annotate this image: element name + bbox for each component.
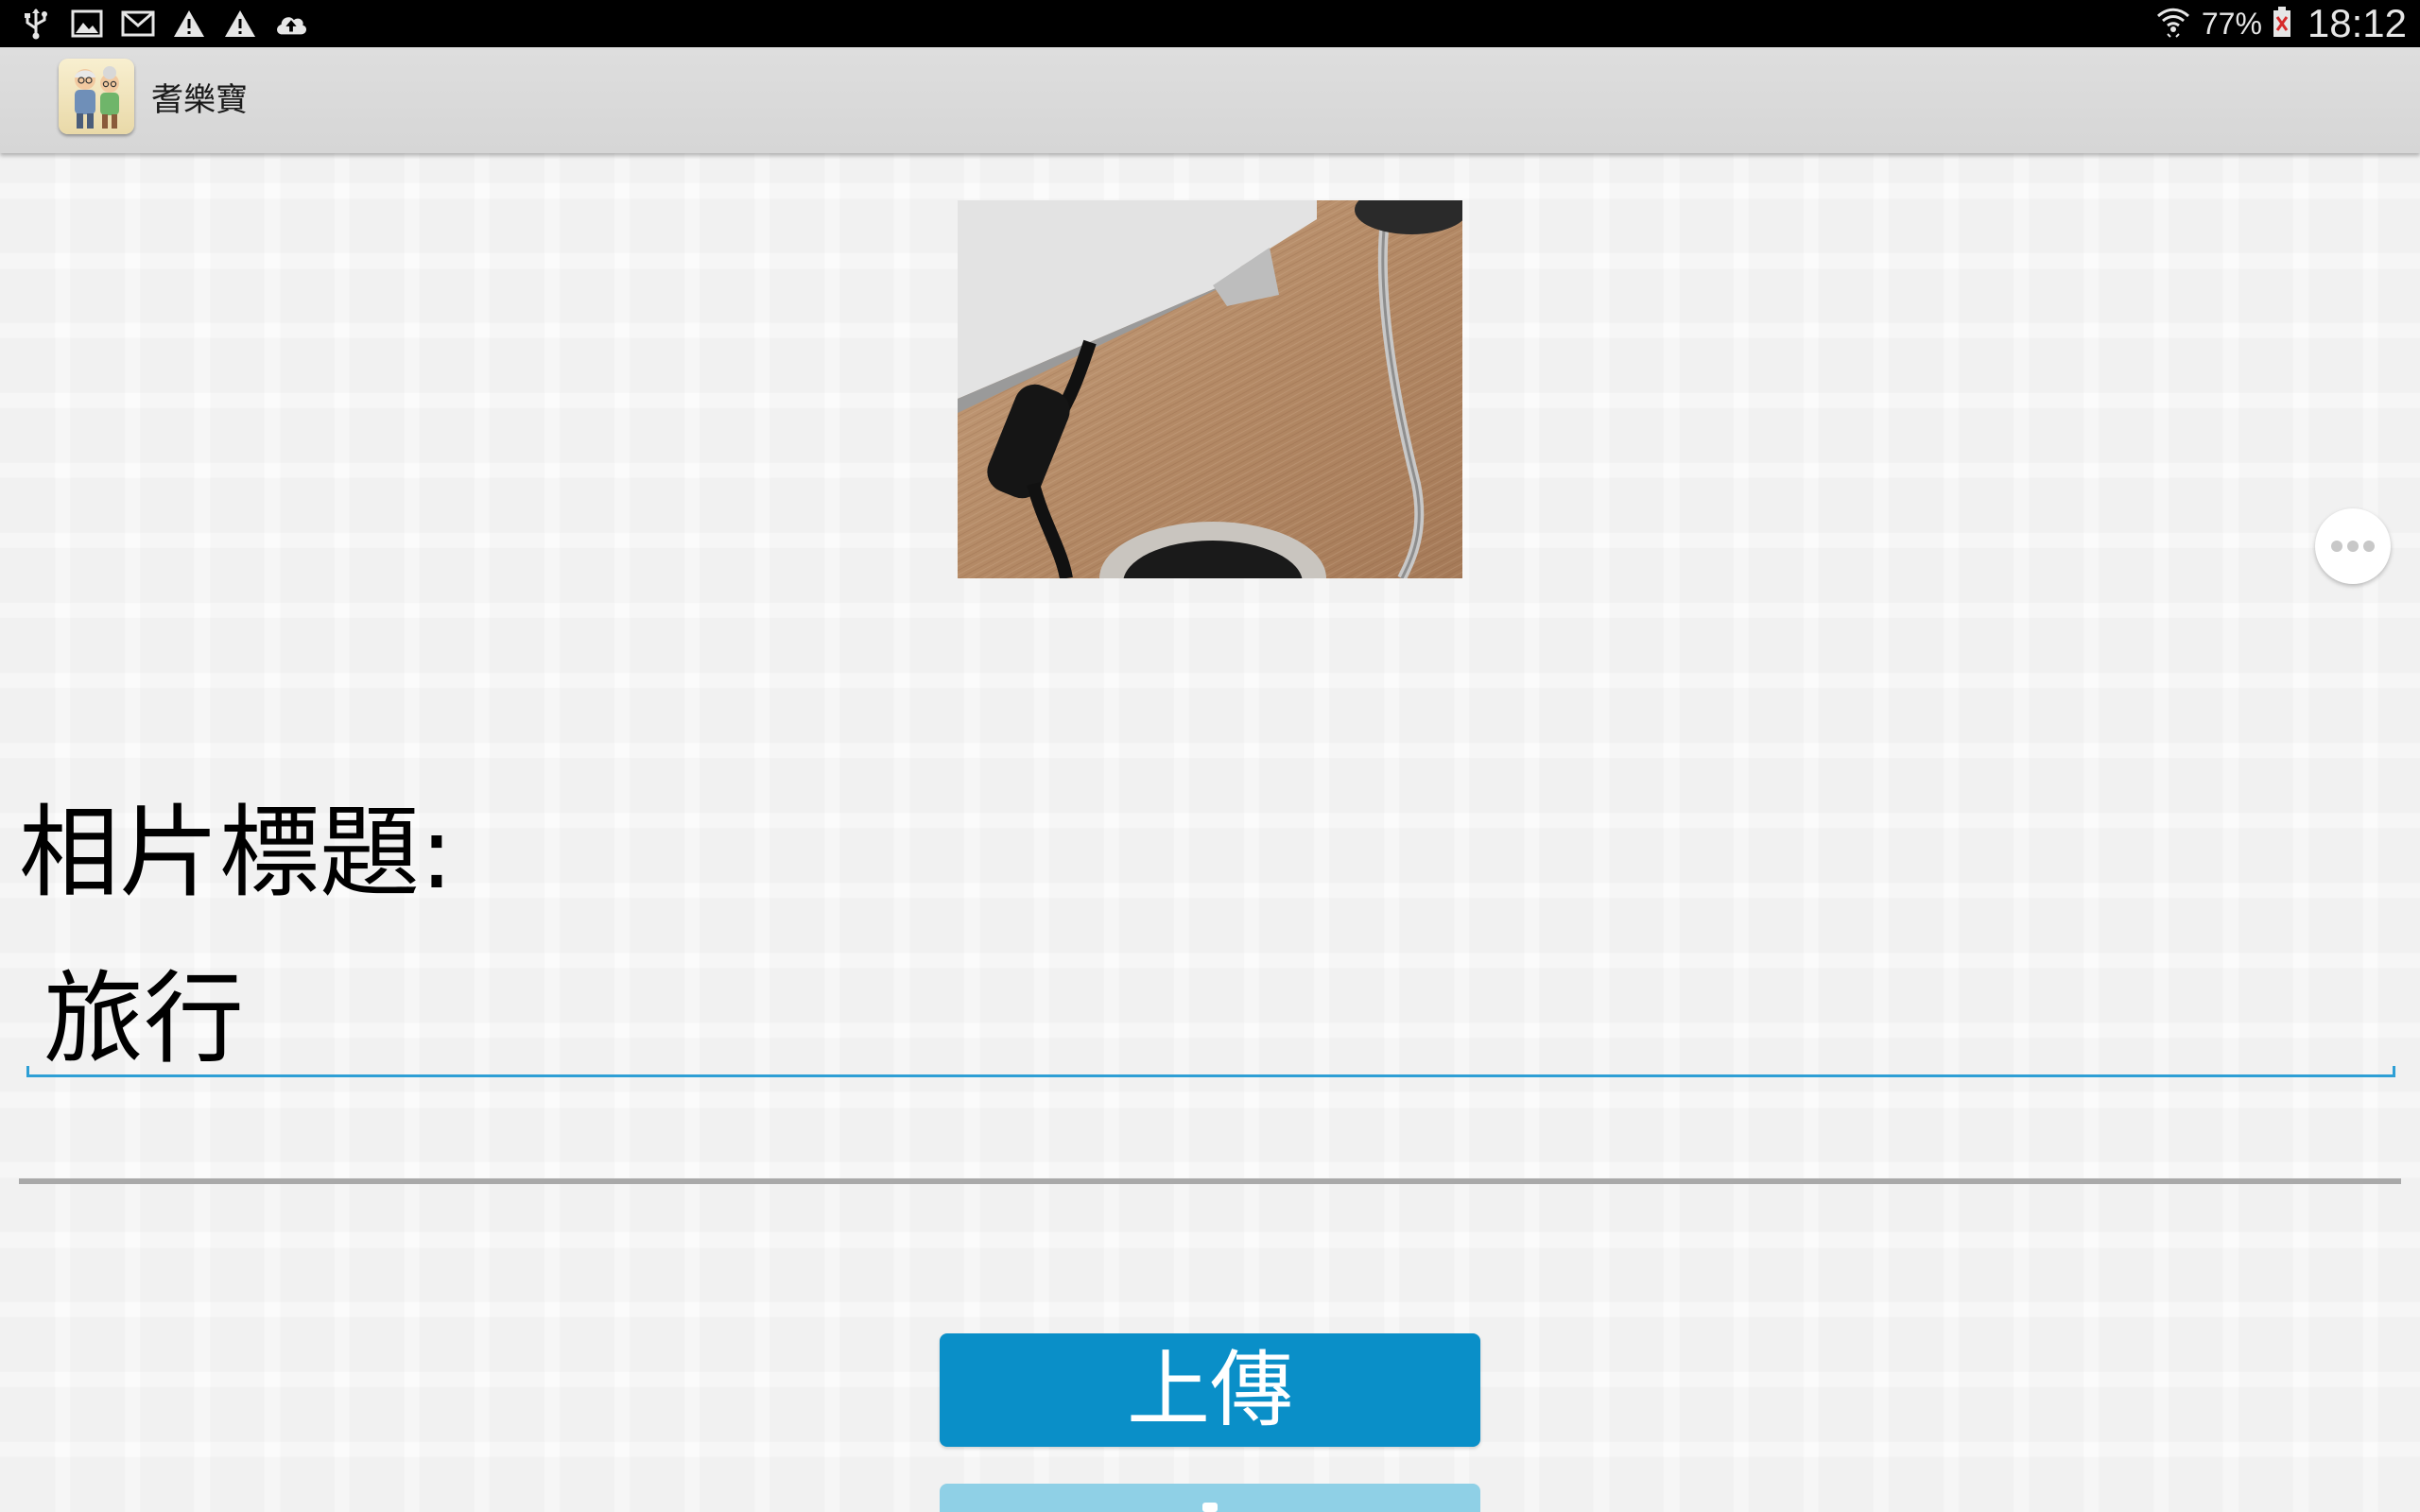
photo-title-input[interactable]: [26, 945, 2395, 1077]
more-options-button[interactable]: [2315, 508, 2391, 584]
elderly-couple-icon[interactable]: [59, 59, 134, 134]
upload-button[interactable]: 上傳: [940, 1333, 1480, 1447]
warning-icon: [223, 7, 257, 41]
usb-icon: [19, 7, 53, 41]
photo-title-label: 相片標題:: [19, 795, 454, 911]
battery-percent: 77%: [2201, 6, 2262, 41]
app-title: 耆樂寶: [151, 81, 248, 119]
action-bar: 耆樂寶: [0, 47, 2420, 153]
input-underline-tick: [26, 1066, 29, 1077]
warning-icon: [172, 7, 206, 41]
cloud-upload-icon: [274, 7, 308, 41]
system-status: 77% 18:12: [2154, 0, 2407, 47]
dot: [2331, 541, 2342, 552]
dot: [2347, 541, 2359, 552]
input-underline-tick: [2393, 1066, 2395, 1077]
image-icon: [70, 7, 104, 41]
secondary-button[interactable]: [940, 1484, 1480, 1512]
notification-icons: [19, 0, 308, 47]
button-label-fragment: [1202, 1503, 1218, 1512]
wifi-icon: [2154, 5, 2192, 43]
gmail-icon: [121, 7, 155, 41]
dot: [2363, 541, 2375, 552]
status-bar: 77% 18:12: [0, 0, 2420, 47]
divider: [19, 1178, 2401, 1184]
photo-preview[interactable]: [958, 200, 1462, 578]
clock: 18:12: [2307, 1, 2407, 45]
battery-icon: [2272, 6, 2292, 42]
